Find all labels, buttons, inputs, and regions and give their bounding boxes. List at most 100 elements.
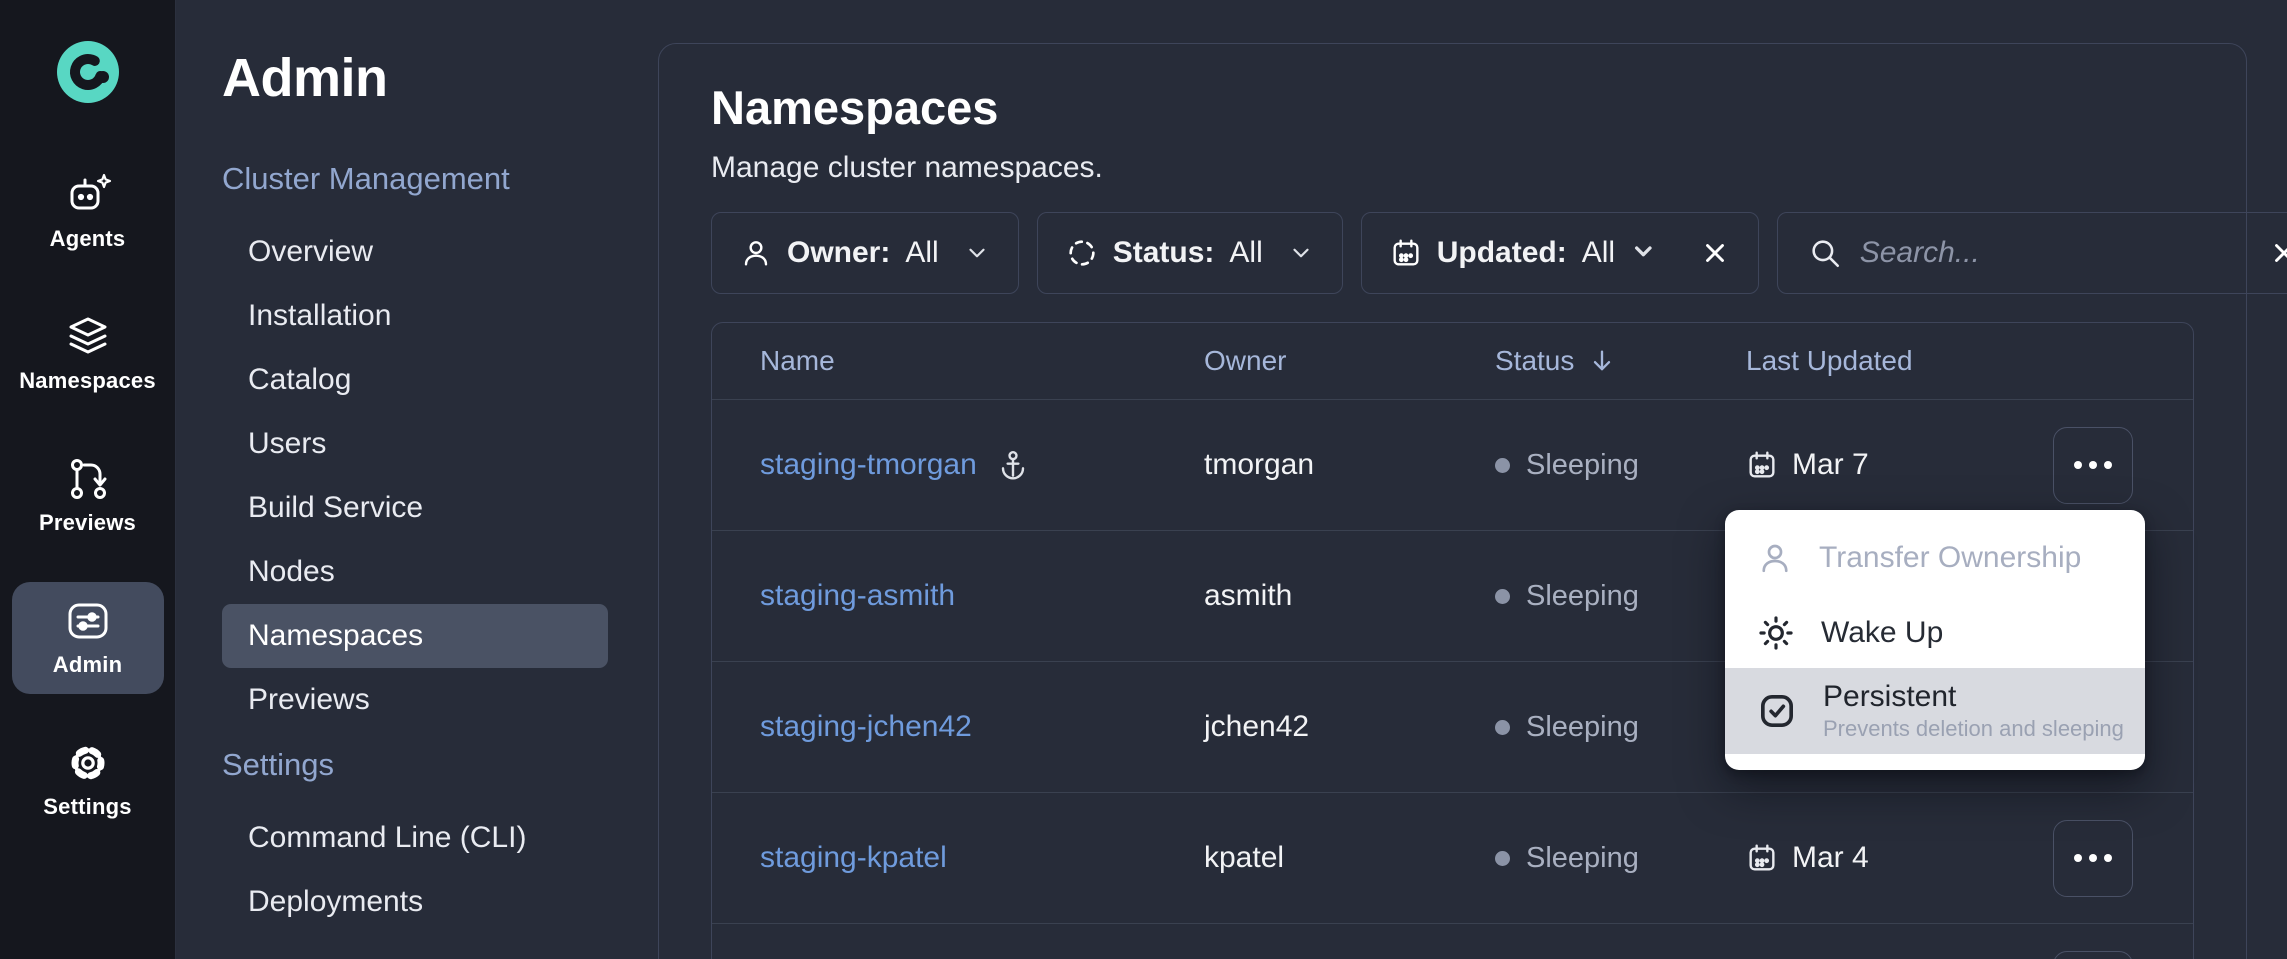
status-filter-label: Status: [1113,236,1215,270]
menu-item-label: Wake Up [1821,616,1943,650]
sidebar-item-cli[interactable]: Command Line (CLI) [222,806,608,870]
sliders-icon [64,598,112,644]
section-label-cluster-management: Cluster Management [222,158,658,200]
menu-item-description: Prevents deletion and sleeping [1823,717,2124,741]
last-updated-cell: Mar 4 [1746,841,2053,875]
status-ring-icon [1066,237,1098,269]
sidebar-item-previews[interactable]: Previews [222,668,608,732]
sidebar-item-installation[interactable]: Installation [222,284,608,348]
namespace-link[interactable]: staging-tmorgan [760,448,977,482]
git-branch-icon [64,456,112,502]
calendar-icon [1390,237,1422,269]
calendar-icon [1746,449,1778,481]
search-input[interactable] [1860,236,2251,270]
column-header-name[interactable]: Name [712,345,1204,377]
rail-nav: Agents Namespaces [12,156,164,836]
clear-search-icon[interactable] [2269,238,2287,268]
search-box [1777,212,2287,294]
settings-list: Command Line (CLI) Deployments [222,806,658,934]
menu-item-label: Persistent [1823,680,2124,713]
page-title: Namespaces [711,80,2194,136]
search-icon [1808,236,1842,270]
menu-item-text: Persistent Prevents deletion and sleepin… [1823,680,2124,741]
person-icon [1757,540,1793,576]
sidebar-item-users[interactable]: Users [222,412,608,476]
rail-item-label: Agents [50,226,126,252]
layers-icon [64,314,112,360]
updated-filter-label: Updated: [1437,236,1567,270]
person-icon [740,237,772,269]
status-cell: Sleeping [1495,580,1746,613]
owner-cell: asmith [1204,579,1495,613]
owner-filter-dropdown[interactable]: Owner: All [711,212,1019,294]
sidebar-title: Admin [222,46,658,110]
sun-icon [1757,614,1795,652]
chevron-down-icon [1630,238,1657,268]
sidebar-item-build-service[interactable]: Build Service [222,476,608,540]
rail-item-settings[interactable]: Settings [12,724,164,836]
admin-sidebar: Admin Cluster Management Overview Instal… [176,0,658,959]
last-updated-label: Mar 4 [1792,841,1869,875]
row-actions-button[interactable] [2053,427,2133,504]
table-header-row: Name Owner Status Last Updated [712,323,2193,399]
sidebar-item-overview[interactable]: Overview [222,220,608,284]
calendar-icon [1746,842,1778,874]
rail-item-label: Namespaces [19,368,156,394]
rail-item-admin[interactable]: Admin [12,582,164,694]
rail-item-agents[interactable]: Agents [12,156,164,268]
app-logo[interactable] [56,40,120,104]
status-label: Sleeping [1526,711,1639,744]
column-header-last-updated[interactable]: Last Updated [1746,345,2053,377]
sidebar-item-catalog[interactable]: Catalog [222,348,608,412]
section-label-settings: Settings [222,744,658,786]
status-cell: Sleeping [1495,449,1746,482]
namespace-link[interactable]: staging-jchen42 [760,710,972,744]
sort-desc-icon[interactable] [1588,347,1616,375]
anchor-icon [997,449,1029,481]
updated-filter-value: All [1582,236,1615,270]
sidebar-item-namespaces[interactable]: Namespaces [222,604,608,668]
chevron-down-icon [1288,240,1314,266]
menu-item-label: Transfer Ownership [1819,541,2081,575]
menu-item-persistent[interactable]: Persistent Prevents deletion and sleepin… [1725,668,2145,754]
menu-item-transfer-ownership[interactable]: Transfer Ownership [1725,518,2145,598]
table-row: staging-kpatel kpatel Sleeping Mar 4 [712,792,2193,923]
last-updated-label: Mar 7 [1792,448,1869,482]
status-filter-value: All [1229,236,1262,270]
rail-item-label: Settings [43,794,131,820]
icon-rail: Agents Namespaces [0,0,176,959]
column-header-status-label: Status [1495,345,1574,377]
row-actions-button[interactable] [2053,820,2133,897]
status-dot-icon [1495,458,1510,473]
status-dot-icon [1495,720,1510,735]
column-header-owner[interactable]: Owner [1204,345,1495,377]
namespace-link[interactable]: staging-kpatel [760,841,947,875]
status-label: Sleeping [1526,580,1639,613]
status-filter-dropdown[interactable]: Status: All [1037,212,1343,294]
namespace-link[interactable]: staging-asmith [760,579,955,613]
rail-item-namespaces[interactable]: Namespaces [12,298,164,410]
owner-filter-label: Owner: [787,236,890,270]
coder-logo-icon [56,40,120,104]
column-header-status[interactable]: Status [1495,345,1746,377]
chevron-down-icon [964,240,990,266]
owner-cell: kpatel [1204,841,1495,875]
rail-item-label: Admin [53,652,122,678]
namespaces-panel: Namespaces Manage cluster namespaces. Ow… [658,43,2247,959]
rail-item-previews[interactable]: Previews [12,440,164,552]
updated-filter-dropdown[interactable]: Updated: All [1361,212,1759,294]
status-cell: Sleeping [1495,842,1746,875]
menu-item-wake-up[interactable]: Wake Up [1725,598,2145,668]
status-label: Sleeping [1526,449,1639,482]
rail-item-label: Previews [39,510,136,536]
table-row [712,923,2193,959]
sidebar-item-nodes[interactable]: Nodes [222,540,608,604]
row-actions-button[interactable] [2053,951,2133,959]
owner-cell: jchen42 [1204,710,1495,744]
page-subtitle: Manage cluster namespaces. [711,148,2194,188]
clear-updated-filter-icon[interactable] [1700,238,1730,268]
checkbox-check-icon [1757,691,1797,731]
owner-filter-value: All [905,236,938,270]
sidebar-item-deployments[interactable]: Deployments [222,870,608,934]
robot-icon [64,172,112,218]
